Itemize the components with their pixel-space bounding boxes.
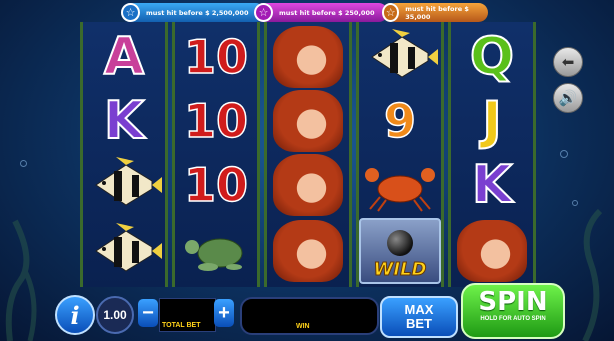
star-icon: ☆ [382, 3, 400, 22]
reel-2: 10 10 10 [172, 22, 260, 287]
increase-bet-button[interactable]: + [214, 299, 234, 327]
reel-5: QJK [448, 22, 536, 287]
symbol-number-10: 10 [183, 29, 249, 85]
symbol-letter-q: Q [469, 26, 515, 88]
jackpot-minor: ☆ must hit before $ 35,000 [382, 3, 488, 22]
bubble [560, 150, 568, 158]
star-icon: ☆ [254, 3, 273, 22]
arrow-left-icon: ⬅ [561, 54, 575, 71]
total-bet-label: TOTAL BET [162, 322, 201, 329]
symbol-mermaid [267, 152, 349, 218]
info-button[interactable]: i [55, 295, 95, 335]
jackpot-text: must hit before $ 35,000 [405, 4, 469, 21]
back-button[interactable]: ⬅ [553, 47, 583, 77]
symbol-turtle [175, 218, 257, 284]
reel-4: 9 WILD [356, 22, 444, 287]
bubble [572, 200, 578, 206]
spin-button[interactable]: SPIN HOLD FOR AUTO SPIN [461, 283, 565, 339]
jackpot-text: must hit before $ 250,000 [279, 8, 375, 17]
max-bet-button[interactable]: MAX BET [380, 296, 458, 338]
speaker-icon: 🔊 [558, 90, 578, 107]
bet-value-display: 1.00 [96, 296, 134, 334]
jackpot-major: ☆ must hit before $ 250,000 [254, 3, 388, 22]
reel-3 [264, 22, 352, 287]
jackpot-grand: ☆ must hit before $ 2,500,000 [121, 3, 265, 22]
symbol-mermaid [451, 218, 533, 284]
symbol-wild: WILD [359, 218, 441, 284]
symbol-letter-a: A [103, 26, 145, 88]
max-bet-label: MAX BET [404, 302, 434, 331]
symbol-letter-k: K [103, 90, 145, 152]
decrease-bet-button[interactable]: − [138, 299, 158, 327]
symbol-mermaid [267, 218, 349, 284]
symbol-angelfish [83, 152, 165, 218]
bet-value: 1.00 [103, 308, 127, 322]
symbol-number-10: 10 [183, 157, 249, 213]
symbol-mermaid [267, 88, 349, 154]
symbol-mermaid [267, 24, 349, 90]
bubble [20, 160, 27, 167]
spin-label: SPIN [478, 287, 548, 317]
plus-icon: + [218, 301, 230, 324]
reel-1: AK [80, 22, 168, 287]
symbol-number-10: 10 [183, 93, 249, 149]
jackpot-text: must hit before $ 2,500,000 [146, 8, 249, 17]
control-bar: i 1.00 − TOTAL BET + WIN MAX BET SPIN HO… [0, 283, 614, 341]
star-icon: ☆ [121, 3, 140, 22]
reel-grid: A K 10 10 10 9 WILD Q J K [80, 22, 540, 287]
symbol-angelfish [359, 24, 441, 90]
minus-icon: − [142, 301, 154, 324]
sound-button[interactable]: 🔊 [553, 83, 583, 113]
symbol-number-9: 9 [383, 93, 417, 149]
symbol-angelfish [83, 218, 165, 284]
symbol-letter-k: K [471, 154, 513, 216]
win-label: WIN [296, 323, 310, 330]
symbol-crab [359, 152, 441, 218]
info-icon: i [70, 300, 80, 330]
symbol-letter-j: J [481, 90, 502, 152]
